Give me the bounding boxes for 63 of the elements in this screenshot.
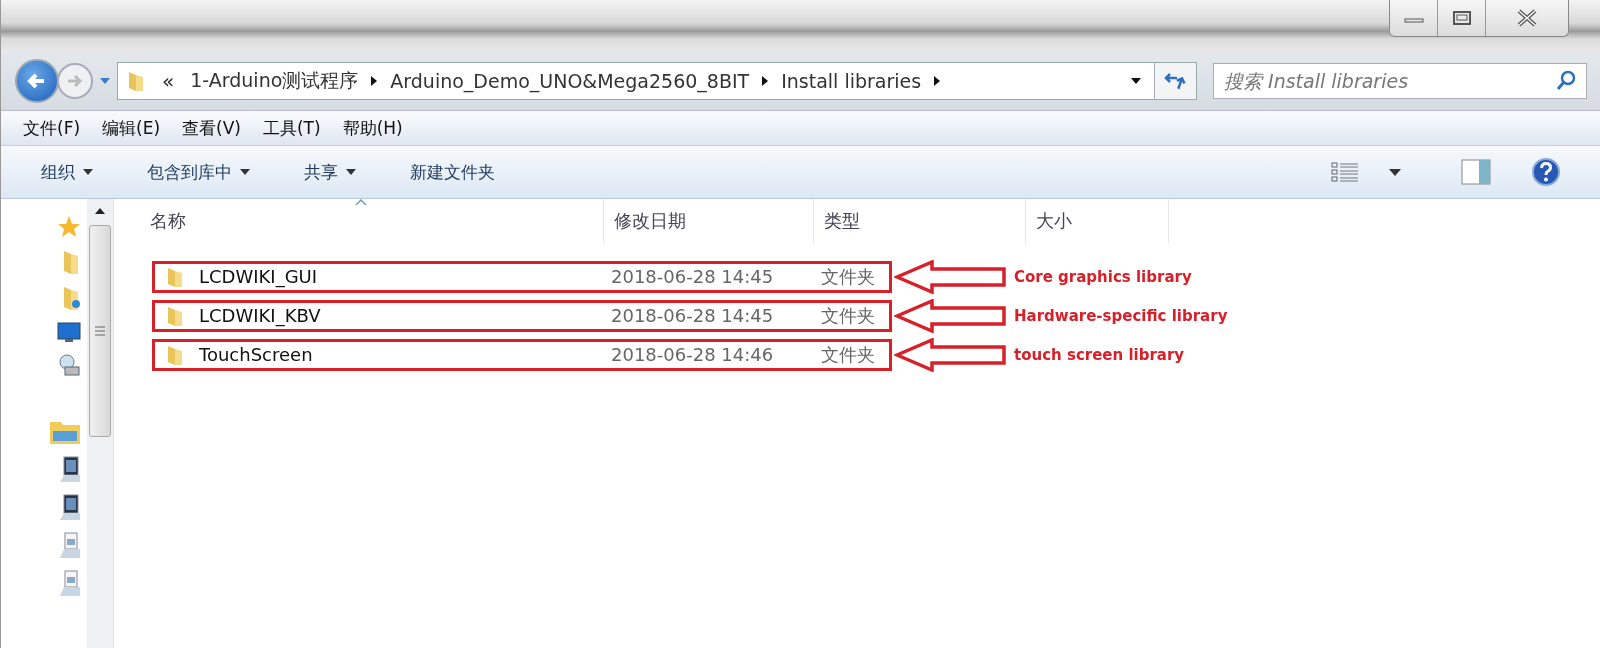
column-header[interactable]: 类型 bbox=[814, 199, 1026, 243]
toolbar-button[interactable]: 组织 bbox=[29, 154, 105, 190]
address-bar[interactable]: « 1-Arduino测试程序 Arduino_Demo_UNO&Mega2560_8BIT Install libraries bbox=[117, 62, 1197, 100]
grip-icon bbox=[94, 326, 106, 336]
folder-icon bbox=[126, 70, 146, 92]
printer-icon[interactable] bbox=[59, 569, 81, 597]
search-field[interactable]: 搜索 Install libraries bbox=[1213, 63, 1587, 99]
folder-icon bbox=[165, 343, 185, 366]
close-icon bbox=[1516, 9, 1538, 27]
search-icon bbox=[1555, 70, 1577, 92]
printer-icon[interactable] bbox=[59, 531, 81, 559]
back-button[interactable] bbox=[15, 59, 59, 103]
column-header[interactable]: 名称 bbox=[140, 199, 604, 243]
annotation-label: Hardware-specific library bbox=[1014, 306, 1228, 325]
history-dropdown-icon[interactable] bbox=[99, 77, 111, 85]
close-button[interactable] bbox=[1486, 0, 1568, 36]
preview-pane-icon[interactable] bbox=[1461, 159, 1491, 185]
folder-icon bbox=[165, 304, 185, 327]
file-name[interactable]: LCDWIKI_KBV bbox=[199, 305, 321, 326]
annotation-label: touch screen library bbox=[1014, 345, 1185, 364]
modified-date: 2018-06-28 14:45 bbox=[611, 266, 775, 287]
scrollbar[interactable] bbox=[87, 199, 113, 648]
file-type: 文件夹 bbox=[821, 342, 875, 367]
file-name[interactable]: TouchScreen bbox=[199, 344, 313, 365]
annotation-label: Core graphics library bbox=[1014, 267, 1192, 286]
network-icon[interactable] bbox=[57, 353, 81, 377]
folder-icon bbox=[165, 265, 185, 288]
desktop-icon[interactable] bbox=[57, 321, 81, 343]
download-folder-icon[interactable] bbox=[61, 285, 81, 311]
modified-date: 2018-06-28 14:45 bbox=[611, 305, 775, 326]
breadcrumb-arrow-icon[interactable] bbox=[761, 75, 770, 87]
modified-date: 2018-06-28 14:46 bbox=[611, 344, 775, 365]
toolbar-button[interactable]: 新建文件夹 bbox=[398, 154, 507, 190]
breadcrumb[interactable]: 1-Arduino测试程序 bbox=[190, 68, 359, 94]
menu-item[interactable]: 编辑(E) bbox=[102, 116, 161, 140]
menu-item[interactable]: 文件(F) bbox=[23, 116, 81, 140]
menu-item[interactable]: 查看(V) bbox=[182, 116, 241, 140]
dropdown-icon[interactable] bbox=[1130, 77, 1142, 85]
computer-icon[interactable] bbox=[59, 455, 81, 483]
breadcrumb[interactable]: Arduino_Demo_UNO&Mega2560_8BIT bbox=[390, 70, 750, 92]
toolbar-button[interactable]: 包含到库中 bbox=[135, 154, 262, 190]
caret-icon[interactable] bbox=[1389, 168, 1401, 176]
computer-icon[interactable] bbox=[59, 493, 81, 521]
scroll-up-icon[interactable] bbox=[94, 207, 106, 215]
file-type: 文件夹 bbox=[821, 264, 875, 289]
breadcrumb-arrow-icon[interactable] bbox=[370, 75, 379, 87]
breadcrumb-arrow-icon[interactable] bbox=[933, 75, 942, 87]
column-header[interactable]: 大小 bbox=[1026, 199, 1169, 243]
file-type: 文件夹 bbox=[821, 303, 875, 328]
overflow-chevron[interactable]: « bbox=[158, 69, 179, 93]
toolbar-button[interactable]: 共享 bbox=[292, 154, 368, 190]
breadcrumb[interactable]: Install libraries bbox=[781, 70, 922, 92]
refresh-icon bbox=[1163, 71, 1188, 91]
menu-item[interactable]: 工具(T) bbox=[262, 116, 321, 140]
column-header[interactable]: 修改日期 bbox=[604, 199, 814, 243]
star-icon[interactable] bbox=[57, 215, 81, 239]
maximize-icon bbox=[1451, 10, 1472, 26]
library-icon[interactable] bbox=[49, 419, 81, 445]
file-name[interactable]: LCDWIKI_GUI bbox=[199, 266, 318, 287]
maximize-button[interactable] bbox=[1438, 0, 1486, 36]
menu-item[interactable]: 帮助(H) bbox=[342, 116, 403, 140]
help-icon[interactable] bbox=[1531, 157, 1561, 187]
refresh-button[interactable] bbox=[1154, 63, 1196, 99]
